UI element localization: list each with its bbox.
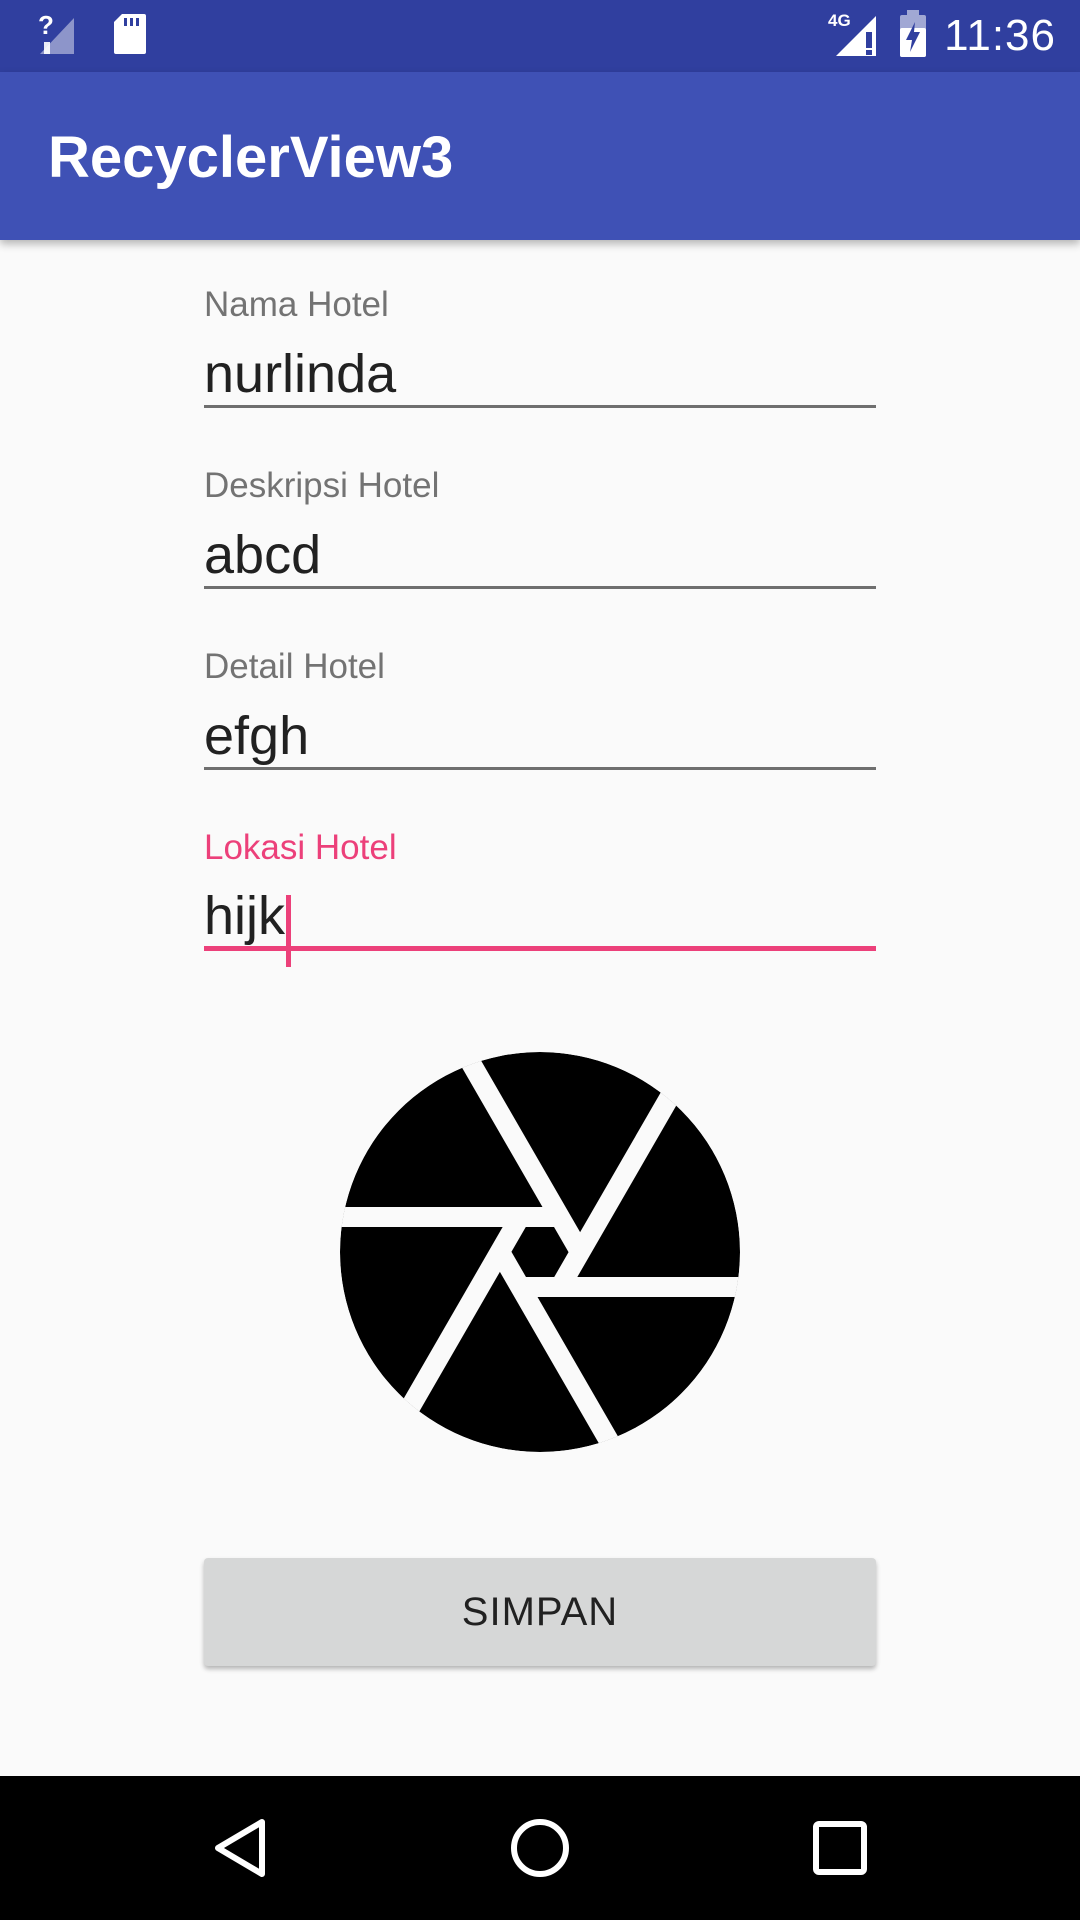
text-cursor bbox=[286, 895, 291, 967]
sd-card-icon bbox=[112, 12, 148, 61]
status-right-icons: 4G 11:36 bbox=[828, 9, 1056, 63]
app-bar: RecyclerView3 bbox=[0, 72, 1080, 240]
home-icon[interactable] bbox=[504, 1812, 576, 1884]
status-time: 11:36 bbox=[944, 11, 1056, 60]
svg-text:?: ? bbox=[38, 12, 54, 40]
signal-4g-icon: 4G bbox=[828, 10, 882, 63]
deskripsi-hotel-label: Deskripsi Hotel bbox=[204, 466, 440, 505]
lokasi-hotel-label: Lokasi Hotel bbox=[204, 828, 397, 867]
screen: ? 4G 11:36 RecyclerView3 Nama Hotel nurl… bbox=[0, 0, 1080, 1920]
recents-icon[interactable] bbox=[804, 1812, 876, 1884]
field-lokasi-hotel: Lokasi Hotel bbox=[204, 783, 876, 964]
status-bar: ? 4G 11:36 bbox=[0, 0, 1080, 72]
navigation-bar bbox=[0, 1776, 1080, 1920]
lokasi-hotel-input[interactable] bbox=[204, 885, 876, 951]
aperture-icon[interactable] bbox=[338, 1050, 742, 1454]
detail-hotel-input[interactable] bbox=[204, 704, 876, 770]
detail-hotel-label: Detail Hotel bbox=[204, 647, 385, 686]
nama-hotel-label: Nama Hotel bbox=[204, 285, 389, 324]
field-detail-hotel: Detail Hotel bbox=[204, 602, 876, 783]
battery-charging-icon bbox=[898, 9, 928, 63]
deskripsi-hotel-input[interactable] bbox=[204, 523, 876, 589]
nama-hotel-input[interactable] bbox=[204, 342, 876, 408]
save-button[interactable]: SIMPAN bbox=[204, 1558, 876, 1666]
app-title: RecyclerView3 bbox=[48, 125, 454, 190]
field-nama-hotel: Nama Hotel bbox=[204, 240, 876, 421]
wifi-unknown-icon: ? bbox=[36, 10, 80, 61]
hotel-form: Nama Hotel Deskripsi Hotel Detail Hotel … bbox=[204, 240, 876, 964]
status-left-icons: ? bbox=[36, 10, 148, 61]
field-deskripsi-hotel: Deskripsi Hotel bbox=[204, 421, 876, 602]
network-label: 4G bbox=[828, 11, 851, 30]
back-icon[interactable] bbox=[204, 1812, 276, 1884]
